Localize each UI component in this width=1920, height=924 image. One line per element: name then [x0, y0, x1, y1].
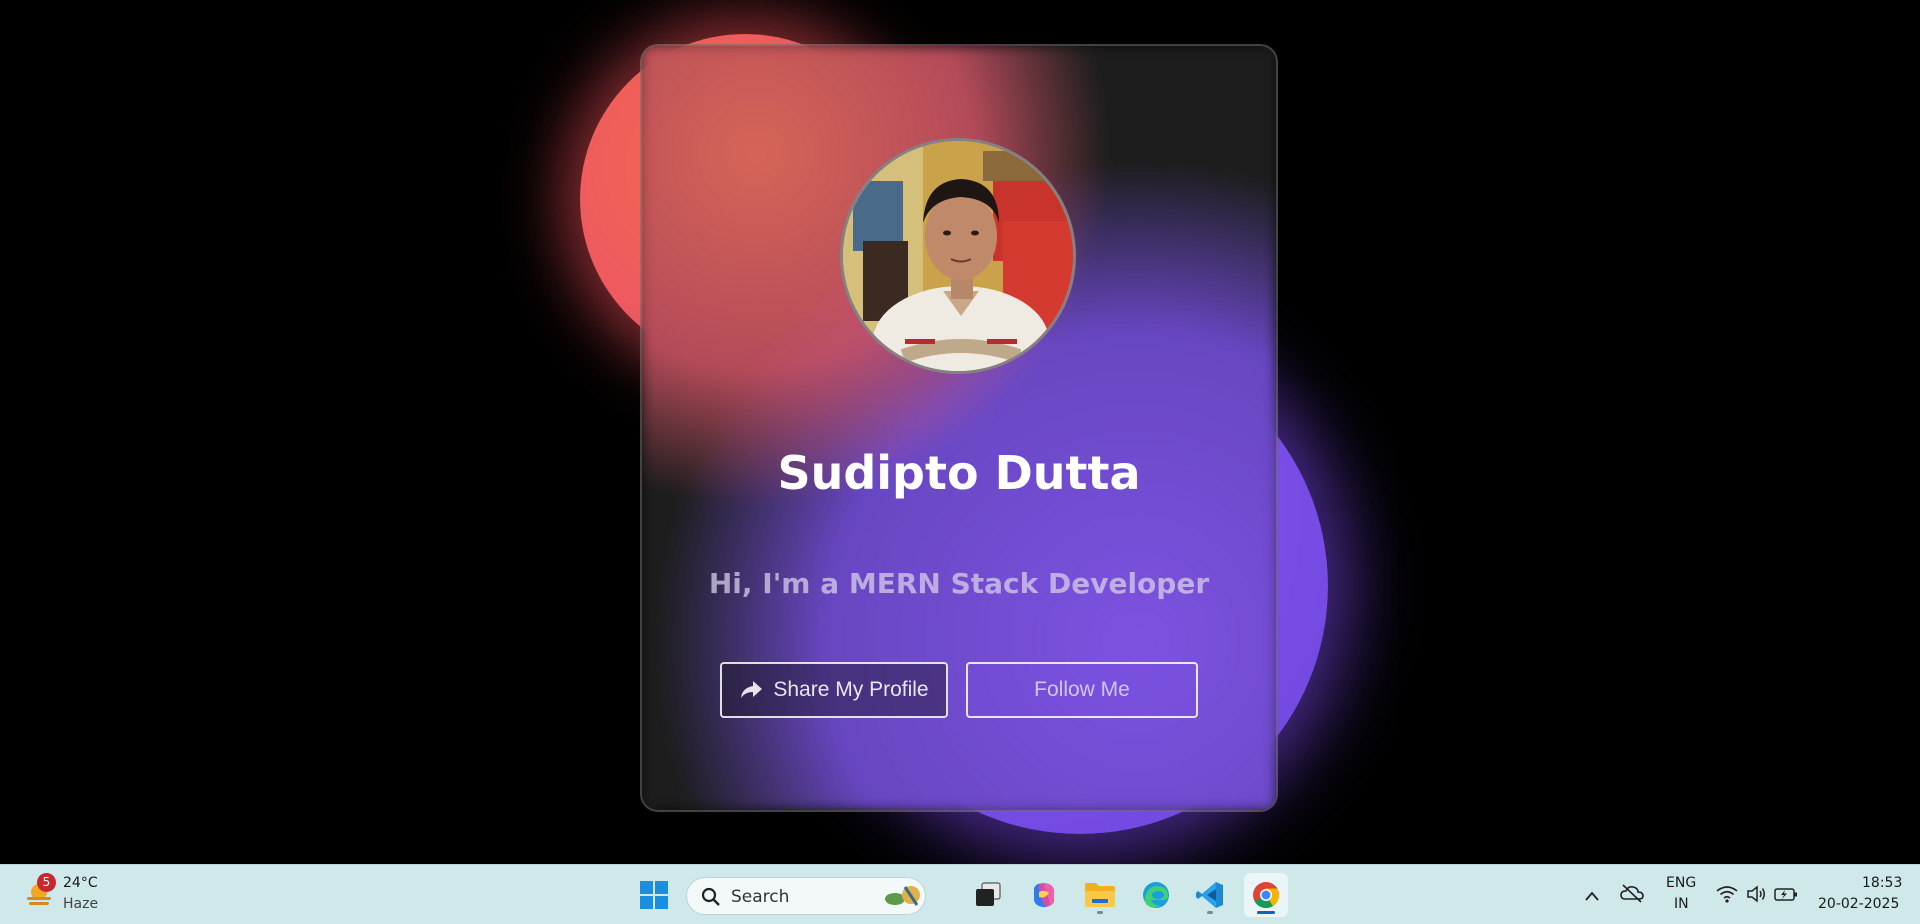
share-profile-label: Share My Profile [773, 678, 929, 701]
chrome-icon [1253, 882, 1280, 909]
language-indicator-line1[interactable]: ENG [1666, 875, 1696, 891]
vscode-button[interactable] [1188, 873, 1232, 917]
file-explorer-button[interactable] [1078, 873, 1122, 917]
share-icon [741, 681, 763, 698]
task-view-button[interactable] [966, 873, 1010, 917]
edge-icon [1143, 882, 1169, 908]
avatar-photo [843, 141, 1073, 371]
profile-avatar [840, 138, 1076, 374]
search-placeholder: Search [731, 887, 790, 907]
profile-name: Sudipto Dutta [777, 446, 1141, 500]
task-view-icon [976, 882, 1001, 906]
windows-start-icon [640, 881, 668, 909]
copilot-icon [1034, 882, 1054, 908]
follow-me-button[interactable]: Follow Me [966, 662, 1198, 718]
wifi-icon[interactable] [1716, 885, 1738, 907]
onedrive-offline-icon[interactable] [1620, 883, 1644, 907]
weather-temperature[interactable]: 24°C [63, 875, 98, 891]
vscode-icon [1196, 882, 1223, 908]
show-hidden-icons-chevron-up-icon[interactable] [1584, 887, 1600, 906]
share-profile-button[interactable]: Share My Profile [720, 662, 948, 718]
follow-me-label: Follow Me [1034, 678, 1130, 701]
clock-date[interactable]: 20-02-2025 [1818, 896, 1899, 912]
file-explorer-icon [1085, 883, 1115, 907]
taskbar-search-input[interactable]: Search [686, 877, 926, 915]
search-icon [701, 887, 720, 906]
language-indicator-line2[interactable]: IN [1674, 896, 1689, 912]
clock-time[interactable]: 18:53 [1862, 875, 1902, 891]
volume-icon[interactable] [1746, 885, 1766, 907]
windows-taskbar: 5 24°C Haze Search ENG IN 18:53 20-02-20… [0, 864, 1920, 924]
copilot-button[interactable] [1022, 873, 1066, 917]
running-indicator [1097, 911, 1103, 914]
running-indicator [1207, 911, 1213, 914]
weather-condition[interactable]: Haze [63, 896, 98, 912]
search-highlight-icon [885, 886, 920, 906]
windows-start-button[interactable] [632, 873, 676, 917]
weather-notification-badge: 5 [37, 873, 56, 892]
browser-page: Sudipto Dutta Hi, I'm a MERN Stack Devel… [0, 0, 1920, 864]
active-indicator [1257, 911, 1275, 914]
profile-tagline: Hi, I'm a MERN Stack Developer [708, 567, 1210, 600]
edge-browser-button[interactable] [1134, 873, 1178, 917]
chrome-browser-button[interactable] [1244, 873, 1288, 917]
battery-charging-icon[interactable] [1774, 885, 1798, 907]
